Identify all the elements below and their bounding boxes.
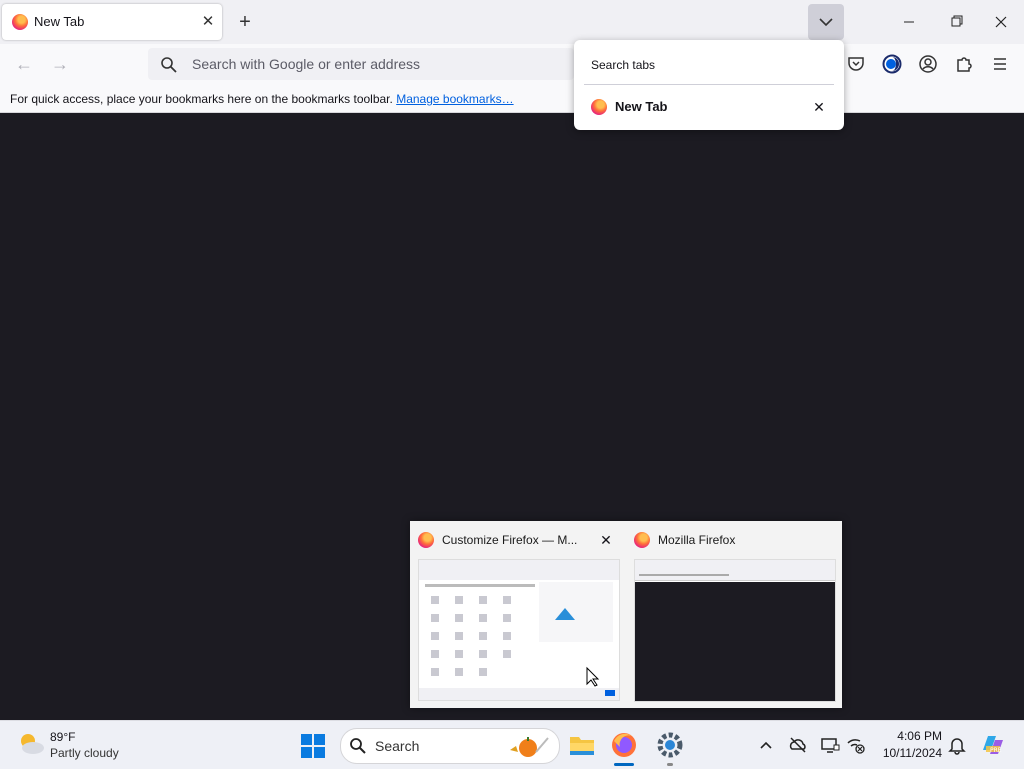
file-explorer-icon[interactable] <box>568 731 596 759</box>
panel-tab-close-button[interactable]: ✕ <box>810 98 828 116</box>
bookmarks-hint-text: For quick access, place your bookmarks h… <box>10 92 393 106</box>
thumbnail-close-button[interactable]: ✕ <box>596 530 616 550</box>
notification-bell-icon[interactable] <box>947 735 967 755</box>
thumbnail-title[interactable]: Customize Firefox — M... <box>442 533 582 547</box>
chevron-up-icon[interactable] <box>756 735 776 755</box>
thumbnail-title[interactable]: Mozilla Firefox <box>658 533 735 547</box>
network-icon[interactable] <box>846 735 866 755</box>
tab-title: New Tab <box>34 14 85 29</box>
extensions-icon[interactable] <box>954 54 974 74</box>
firefox-icon <box>591 99 607 115</box>
bookmarks-toolbar: For quick access, place your bookmarks h… <box>0 84 1024 113</box>
taskbar-search[interactable]: Search <box>340 728 560 764</box>
display-icon[interactable] <box>820 735 840 755</box>
tabs-panel: Search tabs New Tab ✕ <box>574 40 844 130</box>
search-tabs-button[interactable]: Search tabs <box>591 58 655 72</box>
close-icon <box>995 16 1007 28</box>
taskbar: 89°F Partly cloudy Search 4:06 PM 10/11/… <box>0 720 1024 769</box>
firefox-view-icon[interactable] <box>882 54 902 74</box>
search-icon <box>350 738 366 754</box>
onedrive-icon[interactable] <box>788 735 808 755</box>
firefox-icon <box>12 14 28 30</box>
panel-tab-title: New Tab <box>615 99 668 114</box>
bookmarks-hint: For quick access, place your bookmarks h… <box>10 92 514 106</box>
pumpkin-icon <box>510 737 549 757</box>
taskbar-thumbnails: Customize Firefox — M... ✕ Mozilla Firef… <box>410 521 842 708</box>
address-bar[interactable] <box>148 48 574 80</box>
firefox-icon <box>612 733 636 757</box>
svg-text:PRE: PRE <box>990 747 1002 754</box>
partly-cloudy-icon <box>21 734 44 754</box>
list-all-tabs-button[interactable] <box>808 4 844 40</box>
tab-close-button[interactable]: ✕ <box>198 12 218 32</box>
account-icon[interactable] <box>918 54 938 74</box>
weather-temperature: 89°F <box>50 730 76 744</box>
tab-strip: New Tab ✕ + <box>0 0 1024 44</box>
navigation-toolbar: ← → <box>0 44 1024 84</box>
back-button[interactable]: ← <box>12 53 36 75</box>
firefox-icon <box>418 532 434 548</box>
restore-button[interactable] <box>936 11 976 33</box>
copilot-icon[interactable]: PRE <box>980 732 1006 758</box>
preview-image <box>419 560 619 700</box>
close-window-button[interactable] <box>982 11 1022 33</box>
firefox-taskbar-button[interactable] <box>610 731 638 759</box>
panel-separator <box>584 84 834 85</box>
minimize-button[interactable] <box>890 11 930 33</box>
chevron-down-icon <box>819 18 833 27</box>
weather-description: Partly cloudy <box>50 746 119 760</box>
tab-new-tab[interactable]: New Tab ✕ <box>2 4 222 40</box>
address-input[interactable] <box>192 48 572 80</box>
pocket-icon[interactable] <box>846 54 866 74</box>
search-icon <box>161 57 177 73</box>
settings-icon[interactable] <box>656 731 684 759</box>
thumbnail-preview-firefox[interactable] <box>634 559 836 702</box>
firefox-icon <box>634 532 650 548</box>
forward-button[interactable]: → <box>48 53 72 75</box>
thumbnail-preview-customize[interactable] <box>418 559 620 701</box>
restore-icon <box>951 15 963 27</box>
running-app-indicator <box>667 763 673 766</box>
clock-time[interactable]: 4:06 PM <box>884 729 942 743</box>
taskbar-search-label: Search <box>375 738 420 754</box>
clock-date[interactable]: 10/11/2024 <box>870 746 942 760</box>
new-tab-button[interactable]: + <box>234 11 256 33</box>
start-icon[interactable] <box>300 733 326 759</box>
minimize-icon <box>904 21 914 23</box>
menu-icon[interactable] <box>990 54 1010 74</box>
preview-image <box>635 560 835 701</box>
manage-bookmarks-link[interactable]: Manage bookmarks… <box>396 92 513 106</box>
active-app-indicator <box>614 763 634 766</box>
